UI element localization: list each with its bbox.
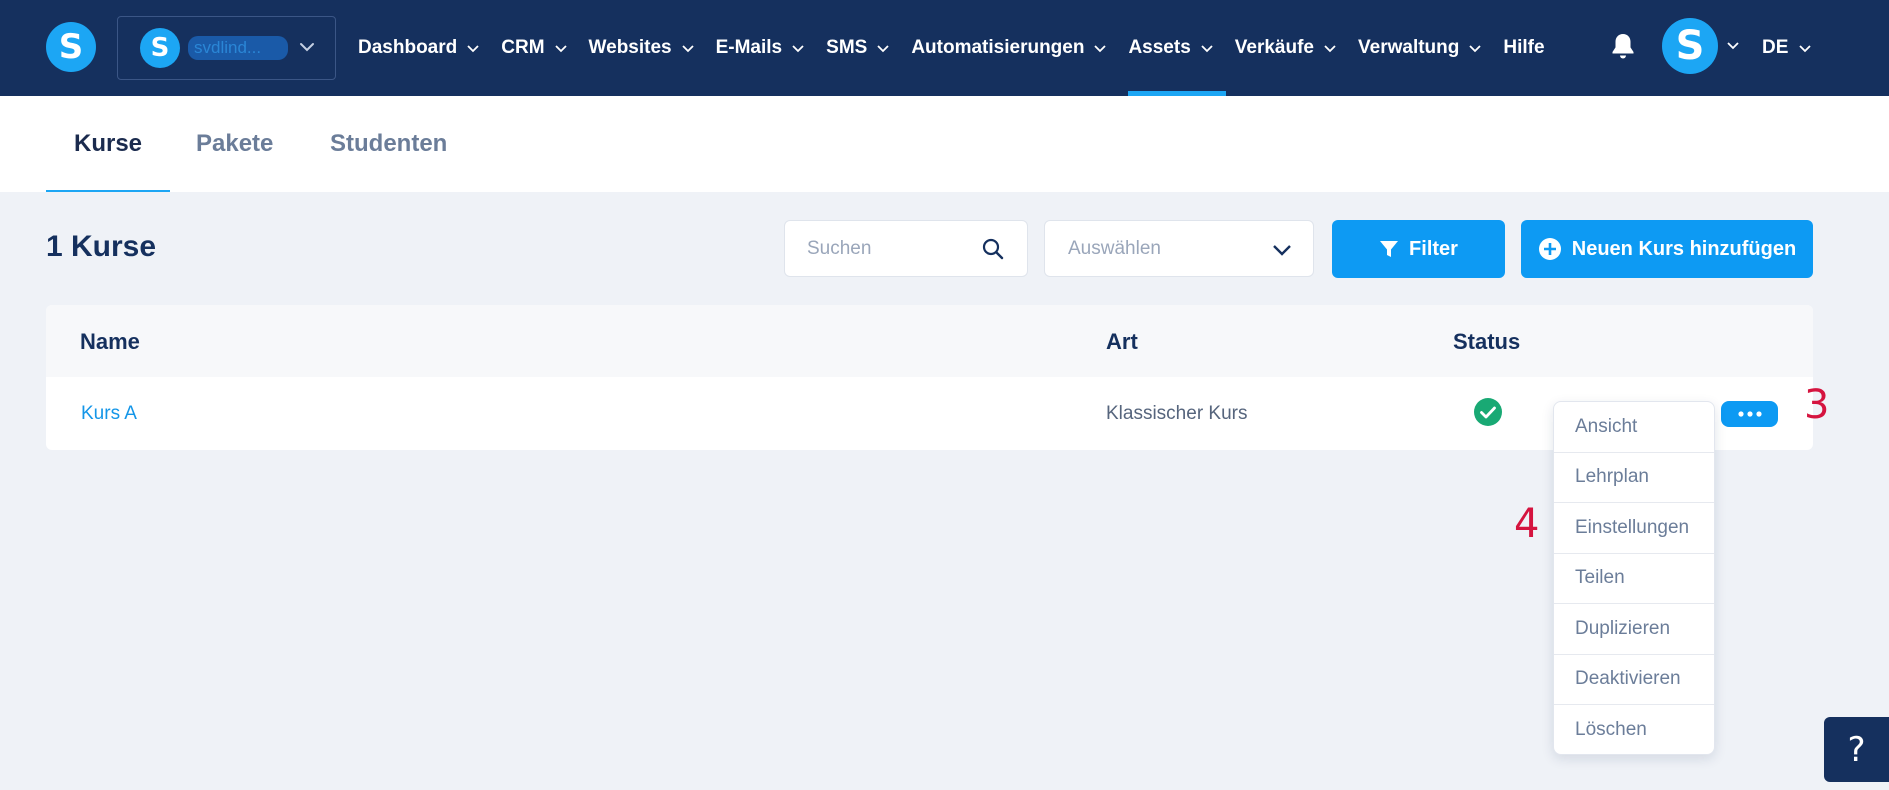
nav-label: Dashboard (358, 37, 458, 58)
menu-item-teilen[interactable]: Teilen (1554, 554, 1714, 604)
nav-label: CRM (501, 37, 545, 58)
top-navbar: S S svdlind... Dashboard CRM Websites E-… (0, 0, 1889, 96)
menu-item-lehrplan[interactable]: Lehrplan (1554, 453, 1714, 503)
filter-icon (1380, 241, 1399, 257)
select-placeholder: Auswählen (1068, 237, 1161, 259)
annotation-4: 4 (1514, 501, 1540, 547)
course-type: Klassischer Kurs (1106, 403, 1248, 424)
menu-item-duplizieren[interactable]: Duplizieren (1554, 604, 1714, 655)
chevron-down-icon (877, 45, 889, 53)
column-header-type: Art (1106, 329, 1138, 354)
add-course-button[interactable]: Neuen Kurs hinzufügen (1521, 220, 1813, 278)
row-actions-button[interactable] (1721, 401, 1778, 427)
more-horizontal-icon (1737, 411, 1762, 417)
search-field[interactable] (784, 220, 1028, 277)
nav-label: Websites (588, 37, 672, 58)
chevron-down-icon (1094, 45, 1107, 53)
page-title: 1 Kurse (46, 230, 157, 263)
language-label: DE (1762, 37, 1789, 58)
nav-dashboard[interactable]: Dashboard (358, 0, 480, 96)
nav-label: SMS (826, 37, 868, 58)
help-button[interactable]: ? (1824, 717, 1889, 782)
add-course-label: Neuen Kurs hinzufügen (1571, 237, 1797, 260)
menu-item-einstellungen[interactable]: Einstellungen (1554, 503, 1714, 554)
chevron-down-icon[interactable] (1726, 38, 1740, 52)
filter-label: Filter (1409, 237, 1458, 260)
menu-item-ansicht[interactable]: Ansicht (1554, 402, 1714, 453)
column-header-name: Name (80, 329, 140, 354)
chevron-down-icon (1324, 45, 1336, 53)
tab-pakete[interactable]: Pakete (196, 96, 273, 192)
chevron-down-icon (554, 45, 567, 53)
filter-button[interactable]: Filter (1332, 220, 1505, 278)
language-selector[interactable]: DE (1762, 0, 1812, 96)
table-row: Kurs A Klassischer Kurs (46, 377, 1813, 450)
main-menu: Dashboard CRM Websites E-Mails SMS Autom… (358, 0, 1566, 96)
nav-assets[interactable]: Assets (1128, 0, 1227, 96)
tab-studenten[interactable]: Studenten (330, 96, 447, 192)
account-avatar: S (140, 28, 180, 68)
chevron-down-icon (681, 45, 694, 53)
nav-verwaltung[interactable]: Verwaltung (1358, 0, 1482, 96)
user-avatar[interactable]: S (1662, 18, 1718, 74)
menu-item-deaktivieren[interactable]: Deaktivieren (1554, 655, 1714, 705)
chevron-down-icon (467, 45, 479, 53)
chevron-down-icon (1201, 45, 1213, 53)
bell-icon[interactable] (1610, 32, 1636, 60)
courses-table: Name Art Status Kurs A Klassischer Kurs (46, 305, 1813, 450)
nav-crm[interactable]: CRM (501, 0, 567, 96)
nav-label: Automatisierungen (911, 37, 1085, 58)
nav-websites[interactable]: Websites (589, 0, 695, 96)
plus-circle-icon (1538, 238, 1561, 260)
nav-label: Assets (1128, 37, 1191, 58)
category-select[interactable]: Auswählen (1044, 220, 1314, 277)
chevron-down-icon (1469, 45, 1482, 53)
nav-label: Verwaltung (1358, 37, 1460, 58)
column-header-status: Status (1453, 329, 1521, 354)
nav-label: Hilfe (1503, 37, 1545, 58)
nav-label: Verkäufe (1234, 37, 1315, 58)
check-circle-icon (1474, 398, 1502, 426)
nav-label: E-Mails (715, 37, 783, 58)
account-name: svdlind... (188, 36, 288, 60)
account-switcher[interactable]: S svdlind... (117, 16, 336, 80)
search-icon[interactable] (981, 237, 1005, 261)
course-name-link[interactable]: Kurs A (81, 403, 137, 425)
nav-automatisierungen[interactable]: Automatisierungen (911, 0, 1107, 96)
chevron-down-icon (1799, 45, 1812, 53)
search-input[interactable] (807, 237, 977, 260)
chevron-down-icon (792, 45, 804, 53)
nav-sms[interactable]: SMS (826, 0, 890, 96)
chevron-down-icon (300, 43, 314, 52)
nav-hilfe[interactable]: Hilfe (1503, 0, 1544, 96)
annotation-3: 3 (1804, 382, 1830, 428)
nav-emails[interactable]: E-Mails (716, 0, 806, 96)
nav-verkaeufe[interactable]: Verkäufe (1235, 0, 1337, 96)
tab-bar: Kurse Pakete Studenten (0, 96, 1889, 192)
menu-item-loeschen[interactable]: Löschen (1554, 705, 1714, 756)
row-actions-menu: Ansicht Lehrplan Einstellungen Teilen Du… (1553, 401, 1715, 755)
chevron-down-icon (1273, 245, 1291, 256)
tab-kurse[interactable]: Kurse (45, 96, 171, 192)
table-header: Name Art Status (46, 305, 1813, 377)
brand-logo[interactable]: S (46, 22, 96, 72)
